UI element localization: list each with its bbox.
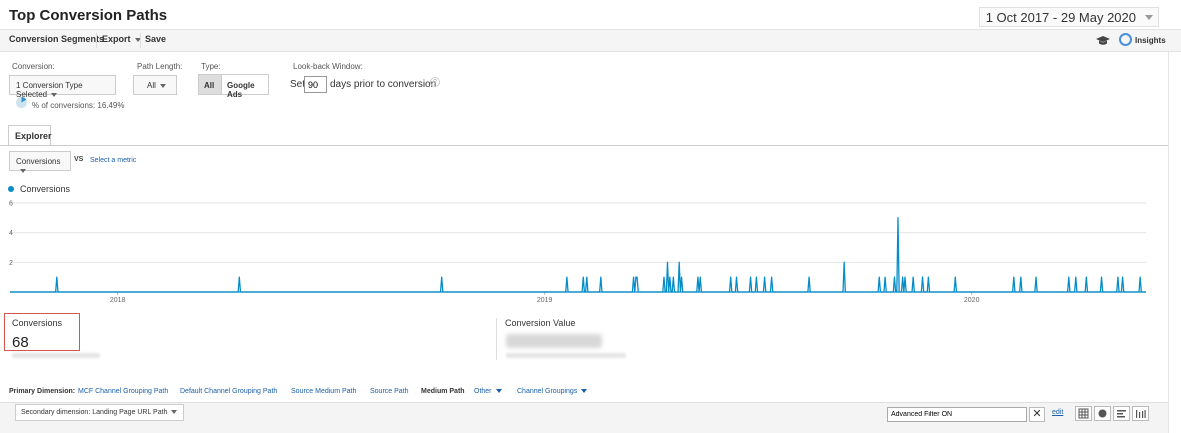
lookback-set-label: Set [290,79,306,90]
type-all-button[interactable]: All [198,74,222,95]
redacted-text [12,353,100,358]
chevron-down-icon [159,83,166,88]
path-length-label: Path Length: [137,62,183,71]
comparison-bars-icon [1136,410,1146,418]
path-length-dropdown[interactable]: All [133,75,177,95]
type-label: Type: [201,62,221,71]
redacted-conversion-value [506,334,602,348]
dimension-other-label: Other [474,388,492,395]
dimension-source-medium-path[interactable]: Source Medium Path [291,388,356,395]
toolbar-divider [96,33,97,48]
summary-conversion-value-label: Conversion Value [505,318,576,328]
table-grid-icon [1078,408,1089,419]
conversion-segments-button[interactable]: Conversion Segments [9,34,104,44]
page-title: Top Conversion Paths [9,7,168,24]
summary-conversions-label: Conversions [12,318,63,328]
pie-view-button[interactable] [1094,406,1111,421]
date-range-picker[interactable]: 1 Oct 2017 - 29 May 2020 [978,7,1159,27]
table-view-button[interactable] [1075,406,1092,421]
export-button[interactable]: Export [102,34,141,44]
lookback-suffix-label: days prior to conversion [330,79,437,90]
chevron-down-icon [51,92,58,97]
lookback-window-label: Look-back Window: [293,62,363,71]
conversion-type-dropdown[interactable]: 1 Conversion Type Selected [9,75,116,99]
dimension-medium-path[interactable]: Medium Path [421,388,465,395]
legend-conversions: Conversions [20,184,71,194]
summary-conversions-value: 68 [12,334,29,351]
tab-explorer[interactable]: Explorer [8,125,52,146]
insights-button[interactable]: Insights [1135,36,1166,45]
chevron-down-icon [171,410,178,415]
y-tick-label: 2 [9,260,13,267]
dimension-channel-groupings-dropdown[interactable]: Channel Groupings [517,388,588,395]
dimension-source-path[interactable]: Source Path [370,388,409,395]
secondary-dimension-label: Secondary dimension: Landing Page URL Pa… [21,409,168,416]
save-button[interactable]: Save [145,34,166,44]
lookback-days-input[interactable] [304,76,327,93]
advanced-filter-input[interactable] [887,407,1027,422]
x-tick-label: 2018 [110,297,126,304]
chevron-down-icon [495,389,502,394]
bar-list-icon [1117,410,1126,418]
conversions-line-chart[interactable]: 2 4 6 2018 2019 2020 [0,195,1168,305]
bar-view-button[interactable] [1113,406,1130,421]
path-length-value: All [147,81,156,90]
conversion-type-value: 1 Conversion Type Selected [16,81,83,99]
primary-dimension-row: Primary Dimension: MCF Channel Grouping … [0,383,1168,402]
graduation-cap-icon[interactable] [1096,36,1110,46]
chevron-down-icon [581,389,588,394]
metric-value: Conversions [16,157,61,166]
title-bar: Top Conversion Paths 1 Oct 2017 - 29 May… [0,0,1181,30]
help-icon[interactable]: ? [430,77,440,87]
dimension-channel-groupings-label: Channel Groupings [517,388,578,395]
panel-border [1168,52,1169,433]
y-tick-label: 6 [9,201,13,208]
x-tick-label: 2019 [537,297,553,304]
y-tick-label: 4 [9,230,13,237]
series-line-conversions [10,217,1146,293]
insights-icon[interactable] [1119,33,1132,46]
metric-dropdown[interactable]: Conversions [9,151,71,173]
pie-chart-icon [1098,409,1107,418]
edit-filter-link[interactable]: edit [1052,409,1063,416]
type-google-ads-button[interactable]: Google Ads [221,74,269,99]
toolbar-divider [140,33,141,48]
primary-dimension-label: Primary Dimension: [9,388,76,395]
dimension-default-channel-grouping-path[interactable]: Default Channel Grouping Path [180,388,277,395]
secondary-dimension-dropdown[interactable]: Secondary dimension: Landing Page URL Pa… [15,404,185,421]
select-metric-link[interactable]: Select a metric [90,157,136,164]
x-tick-label: 2020 [964,297,980,304]
chevron-down-icon [1145,15,1153,20]
report-toolbar: Conversion Segments Export Save Insights [0,30,1181,52]
summary-divider [496,318,497,360]
date-range-label: 1 Oct 2017 - 29 May 2020 [985,10,1136,25]
chevron-down-icon [20,168,26,173]
redacted-text [506,353,626,358]
export-label: Export [102,34,131,44]
clear-filter-button[interactable]: ✕ [1029,407,1045,422]
percent-of-conversions: % of conversions: 16.49% [32,101,125,110]
vs-label: VS [74,156,84,163]
conversion-label: Conversion: [12,62,55,71]
dimension-other-dropdown[interactable]: Other [474,388,502,395]
dimension-mcf-channel-grouping-path[interactable]: MCF Channel Grouping Path [78,388,168,395]
comparison-view-button[interactable] [1132,406,1149,421]
tab-divider [0,145,1168,146]
conversion-share-pie-icon [16,97,27,108]
series-color-swatch [8,186,14,192]
